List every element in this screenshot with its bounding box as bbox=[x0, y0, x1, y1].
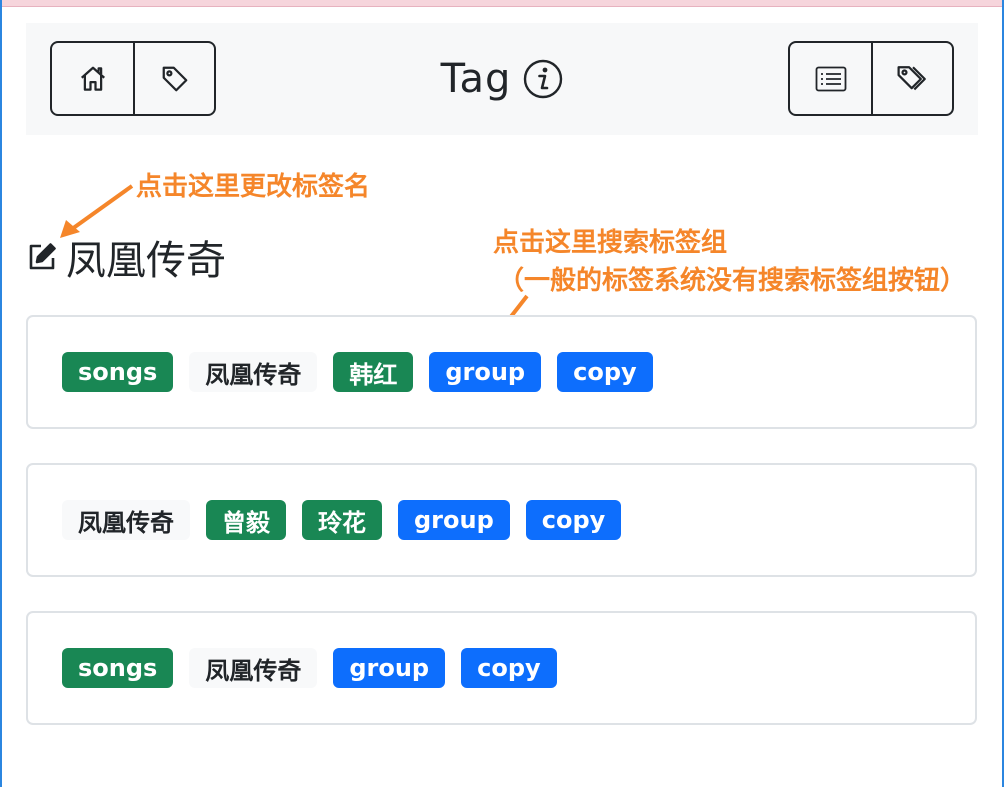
tag-group-card: 凤凰传奇 曾毅 玲花 group copy bbox=[26, 463, 977, 577]
tag-list: songs 凤凰传奇 group copy bbox=[62, 613, 573, 723]
tag-badge[interactable]: songs bbox=[62, 648, 174, 688]
window-left-border bbox=[0, 0, 2, 787]
tag-name-heading: 凤凰传奇 bbox=[26, 233, 226, 284]
home-button[interactable] bbox=[52, 43, 133, 114]
navbar: Tag bbox=[26, 23, 978, 135]
nav-right-button-group bbox=[788, 41, 954, 116]
tags-button[interactable] bbox=[133, 43, 214, 114]
search-group-button[interactable]: group bbox=[429, 352, 542, 392]
home-icon bbox=[80, 66, 105, 91]
search-annotation-line2: （一般的标签系统没有搜索标签组按钮） bbox=[498, 266, 967, 296]
tag-icon bbox=[162, 66, 187, 91]
tag-list: songs 凤凰传奇 韩红 group copy bbox=[62, 317, 669, 427]
list-icon bbox=[815, 66, 846, 91]
tags-icon bbox=[897, 65, 926, 90]
info-icon bbox=[524, 59, 563, 99]
list-button[interactable] bbox=[790, 43, 871, 114]
search-group-button[interactable]: group bbox=[398, 500, 510, 540]
copy-button[interactable]: copy bbox=[461, 648, 557, 688]
edit-tag-name-button[interactable] bbox=[26, 241, 58, 273]
tag-group-card: songs 凤凰传奇 group copy bbox=[26, 611, 977, 725]
tag-badge[interactable]: 玲花 bbox=[302, 500, 382, 540]
tag-badge[interactable]: 凤凰传奇 bbox=[189, 648, 318, 688]
rename-arrow-line bbox=[70, 184, 134, 231]
tag-groups-button[interactable] bbox=[871, 43, 952, 114]
copy-button[interactable]: copy bbox=[525, 500, 622, 540]
tag-badge[interactable]: 韩红 bbox=[333, 352, 414, 392]
nav-left-button-group bbox=[50, 41, 216, 116]
edit-icon bbox=[29, 243, 56, 270]
search-group-button[interactable]: group bbox=[333, 648, 446, 688]
rename-annotation: 点击这里更改标签名 bbox=[136, 172, 371, 202]
tag-list: 凤凰传奇 曾毅 玲花 group copy bbox=[62, 465, 637, 575]
page-title: Tag bbox=[440, 56, 512, 102]
tag-name[interactable]: 凤凰传奇 bbox=[66, 228, 226, 286]
window-top-border bbox=[0, 0, 1004, 7]
tag-badge[interactable]: 曾毅 bbox=[206, 500, 286, 540]
tag-badge[interactable]: 凤凰传奇 bbox=[189, 352, 318, 392]
tag-badge[interactable]: songs bbox=[62, 352, 174, 392]
search-annotation-line1: 点击这里搜索标签组 bbox=[493, 228, 728, 258]
info-button[interactable] bbox=[523, 59, 563, 99]
tag-group-card: songs 凤凰传奇 韩红 group copy bbox=[26, 315, 977, 429]
copy-button[interactable]: copy bbox=[557, 352, 653, 392]
tag-badge[interactable]: 凤凰传奇 bbox=[62, 500, 190, 540]
